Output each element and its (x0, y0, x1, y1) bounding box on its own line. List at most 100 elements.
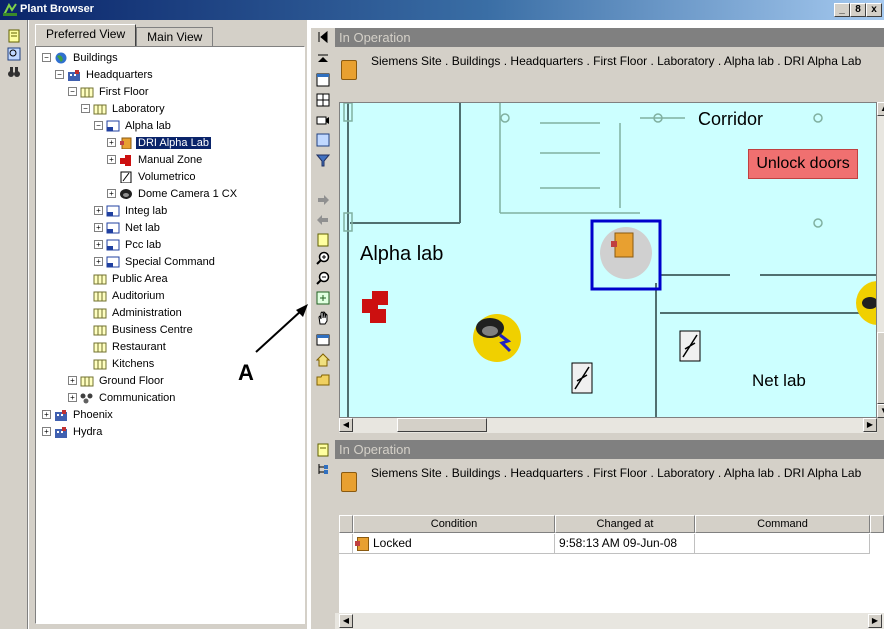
home-icon[interactable] (316, 353, 330, 367)
tree-item[interactable]: + Phoenix (42, 406, 115, 423)
vertical-scroll-thumb[interactable] (877, 332, 884, 404)
properties-icon[interactable] (316, 133, 330, 147)
forward-icon[interactable] (316, 193, 330, 207)
expand-icon[interactable]: + (94, 240, 103, 249)
zoom-out-icon[interactable] (316, 271, 330, 285)
collapse-icon[interactable]: − (81, 104, 90, 113)
minimize-button[interactable]: _ (834, 3, 850, 17)
first-icon[interactable] (316, 30, 330, 44)
tree-item-label: Net lab (125, 221, 160, 234)
back-icon[interactable] (316, 213, 330, 227)
tree-item[interactable]: Kitchens (81, 355, 156, 372)
expand-icon[interactable]: + (107, 138, 116, 147)
tab-preferred-view[interactable]: Preferred View (35, 24, 137, 46)
expand-icon[interactable]: + (68, 393, 77, 402)
document-icon[interactable] (316, 233, 330, 247)
row-selector (339, 534, 353, 554)
top-pane-header: In Operation (335, 28, 884, 47)
tree-item[interactable]: − Headquarters (55, 66, 155, 83)
map-horizontal-scrollbar[interactable]: ◀ ▶ (339, 418, 877, 433)
tree-item-label: DRI Alpha Lab (135, 135, 212, 150)
tree-view-icon[interactable] (316, 462, 330, 476)
scroll-down-button[interactable]: ▼ (877, 404, 884, 418)
tree-item[interactable]: + Hydra (42, 423, 104, 440)
scroll-right-button[interactable]: ▶ (863, 418, 877, 432)
globe-icon (55, 52, 67, 63)
expand-icon[interactable]: + (42, 410, 51, 419)
video-icon[interactable] (316, 113, 330, 127)
tree-item[interactable]: + Net lab (94, 219, 162, 236)
unlock-doors-button[interactable]: Unlock doors (748, 149, 858, 179)
tree-item[interactable]: + Dome Camera 1 CX (107, 185, 239, 202)
table-scroll-right-button[interactable]: ▶ (868, 614, 882, 628)
tree-item[interactable]: + DRI Alpha Lab (107, 134, 212, 151)
column-condition[interactable]: Condition (353, 515, 555, 533)
changed-at-cell: 9:58:13 AM 09-Jun-08 (555, 534, 695, 554)
expand-icon[interactable]: + (107, 155, 116, 164)
tree-item-label: Public Area (112, 272, 168, 285)
tree-item-label: Business Centre (112, 323, 193, 336)
floor-icon (93, 359, 107, 369)
network-icon (80, 393, 93, 403)
zoom-in-icon[interactable] (316, 251, 330, 265)
bottom-path-text: Siemens Site . Buildings . Headquarters … (371, 466, 862, 480)
tree-item[interactable]: + Manual Zone (107, 151, 204, 168)
tree-item[interactable]: Administration (81, 304, 184, 321)
tree-item[interactable]: Public Area (81, 270, 170, 287)
map-vertical-scrollbar[interactable]: ▲ ▼ (877, 102, 884, 418)
expand-icon[interactable]: + (94, 206, 103, 215)
tree-item[interactable]: − First Floor (68, 83, 151, 100)
grid-view-icon[interactable] (316, 73, 330, 87)
zoom-fit-icon[interactable] (316, 291, 330, 305)
column-command[interactable]: Command (695, 515, 870, 533)
pan-hand-icon[interactable] (316, 311, 330, 325)
table-scroll-left-button[interactable]: ◀ (339, 614, 353, 628)
room-icon (106, 239, 120, 250)
plan-view-icon[interactable] (316, 93, 330, 107)
tree-item[interactable]: + Communication (68, 389, 177, 406)
tree-item[interactable]: Restaurant (81, 338, 168, 355)
tree-item[interactable]: Business Centre (81, 321, 195, 338)
collapse-icon[interactable]: − (55, 70, 64, 79)
tree-item[interactable]: Volumetrico (107, 168, 197, 185)
tree-item[interactable]: − Buildings (42, 49, 120, 66)
tree-item[interactable]: − Laboratory (81, 100, 167, 117)
expand-icon[interactable]: + (107, 189, 116, 198)
expand-icon[interactable]: + (94, 257, 103, 266)
scroll-up-button[interactable]: ▲ (877, 102, 884, 116)
table-horizontal-scrollbar[interactable]: ◀ ▶ (335, 613, 884, 629)
expand-icon[interactable]: + (94, 223, 103, 232)
column-changed-at[interactable]: Changed at (555, 515, 695, 533)
window-icon[interactable] (316, 333, 330, 347)
table-row[interactable]: Locked 9:58:13 AM 09-Jun-08 (339, 534, 884, 554)
expand-icon[interactable]: + (42, 427, 51, 436)
maximize-button[interactable]: 8 (850, 3, 866, 17)
room-icon (106, 222, 120, 233)
collapse-icon[interactable]: − (94, 121, 103, 130)
report-icon[interactable] (316, 443, 330, 457)
tree-item[interactable]: + Pcc lab (94, 236, 163, 253)
notes-icon[interactable] (7, 29, 21, 43)
expand-icon[interactable]: + (68, 376, 77, 385)
floor-plan-view[interactable]: Corridor Alpha lab Net lab Unlock doors (339, 102, 877, 418)
tab-main-view[interactable]: Main View (136, 27, 214, 47)
filter-icon[interactable] (316, 153, 330, 167)
folder-icon[interactable] (316, 373, 330, 387)
floor-icon (80, 87, 94, 97)
search-view-icon[interactable] (7, 47, 21, 61)
annotation-arrow (255, 304, 308, 353)
annotation-label: A (238, 360, 254, 385)
tree-item[interactable]: + Special Command (94, 253, 217, 270)
collapse-icon[interactable]: − (42, 53, 51, 62)
tree-item[interactable]: Auditorium (81, 287, 167, 304)
left-toolbar (0, 20, 28, 629)
tree-item[interactable]: − Alpha lab (94, 117, 173, 134)
collapse-icon[interactable]: − (68, 87, 77, 96)
scroll-left-button[interactable]: ◀ (339, 418, 353, 432)
horizontal-scroll-thumb[interactable] (397, 418, 487, 432)
tree-item[interactable]: + Ground Floor (68, 372, 166, 389)
binoculars-icon[interactable] (7, 65, 21, 79)
collapse-up-icon[interactable] (316, 53, 330, 67)
close-button[interactable]: x (866, 3, 882, 17)
tree-item[interactable]: + Integ lab (94, 202, 169, 219)
